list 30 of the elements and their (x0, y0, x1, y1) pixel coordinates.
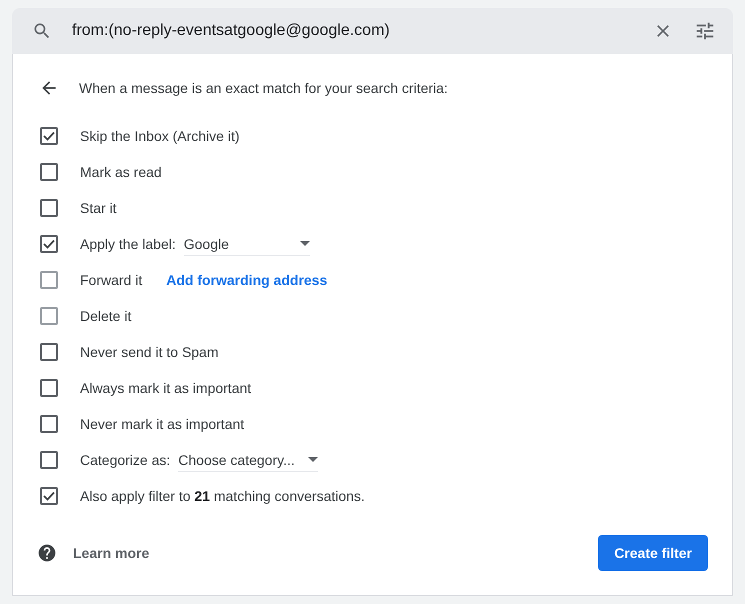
option-label: Skip the Inbox (Archive it) (80, 128, 240, 144)
caret-icon (308, 457, 318, 462)
option-label: Never mark it as important (80, 416, 244, 432)
checkbox[interactable] (40, 127, 58, 145)
option-label: Forward it (80, 272, 142, 288)
dropdown[interactable]: Google (184, 232, 310, 256)
search-bar[interactable]: from:(no-reply-eventsatgoogle@google.com) (12, 8, 733, 54)
option-label: Mark as read (80, 164, 162, 180)
option-label: Never send it to Spam (80, 344, 219, 360)
dropdown[interactable]: Choose category... (178, 448, 318, 472)
help-icon (37, 543, 57, 563)
checkbox[interactable] (40, 343, 58, 361)
option-label: Also apply filter to 21 matching conversations. (80, 488, 365, 504)
search-query: from:(no-reply-eventsatgoogle@google.com) (72, 22, 391, 40)
checkbox[interactable] (40, 163, 58, 181)
option-label: Apply the label: (80, 236, 176, 252)
option-label: Always mark it as important (80, 380, 252, 396)
checkbox[interactable] (40, 415, 58, 433)
create-filter-button[interactable]: Create filter (598, 535, 708, 571)
checkbox[interactable] (40, 487, 58, 505)
checkbox[interactable] (40, 451, 58, 469)
option-label: Star it (80, 200, 117, 216)
checkbox[interactable] (40, 199, 58, 217)
checkbox[interactable] (40, 235, 58, 253)
checkbox[interactable] (40, 379, 58, 397)
criteria-heading: When a message is an exact match for your search criteria: (79, 80, 448, 96)
option-label: Delete it (80, 308, 132, 324)
learn-more-link[interactable]: Learn more (37, 543, 150, 563)
option-label: Categorize as: (80, 452, 170, 468)
caret-icon (300, 241, 310, 246)
